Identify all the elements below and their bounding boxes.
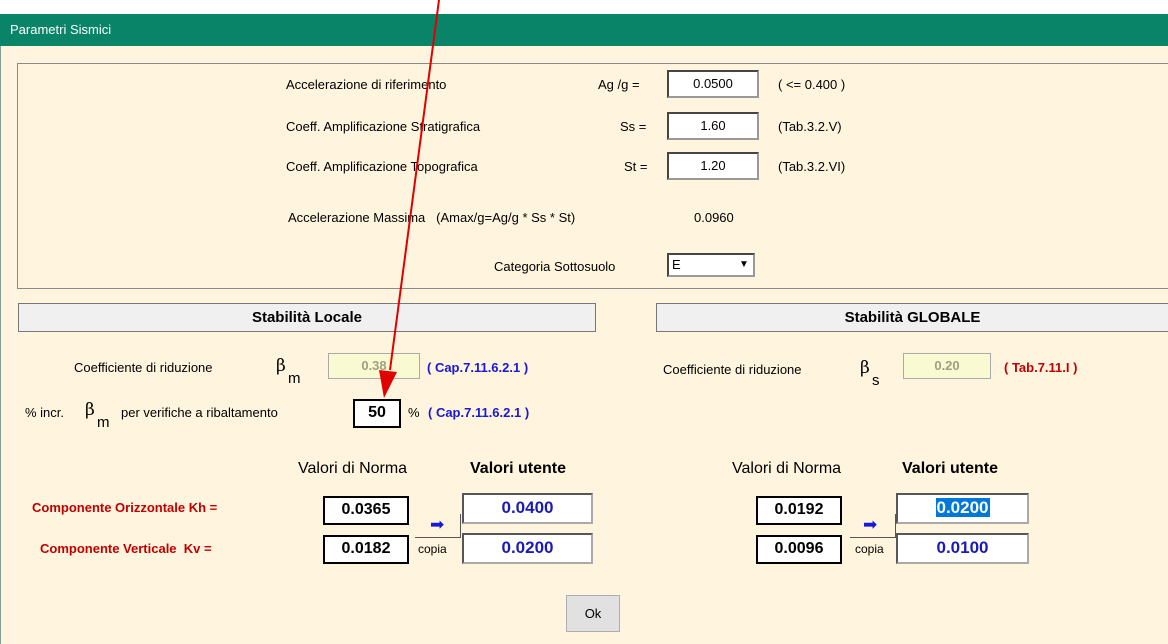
annotation-arrow-head (379, 370, 397, 398)
annotation-arrow (379, 0, 440, 398)
annotation-arrow-line (389, 0, 440, 371)
